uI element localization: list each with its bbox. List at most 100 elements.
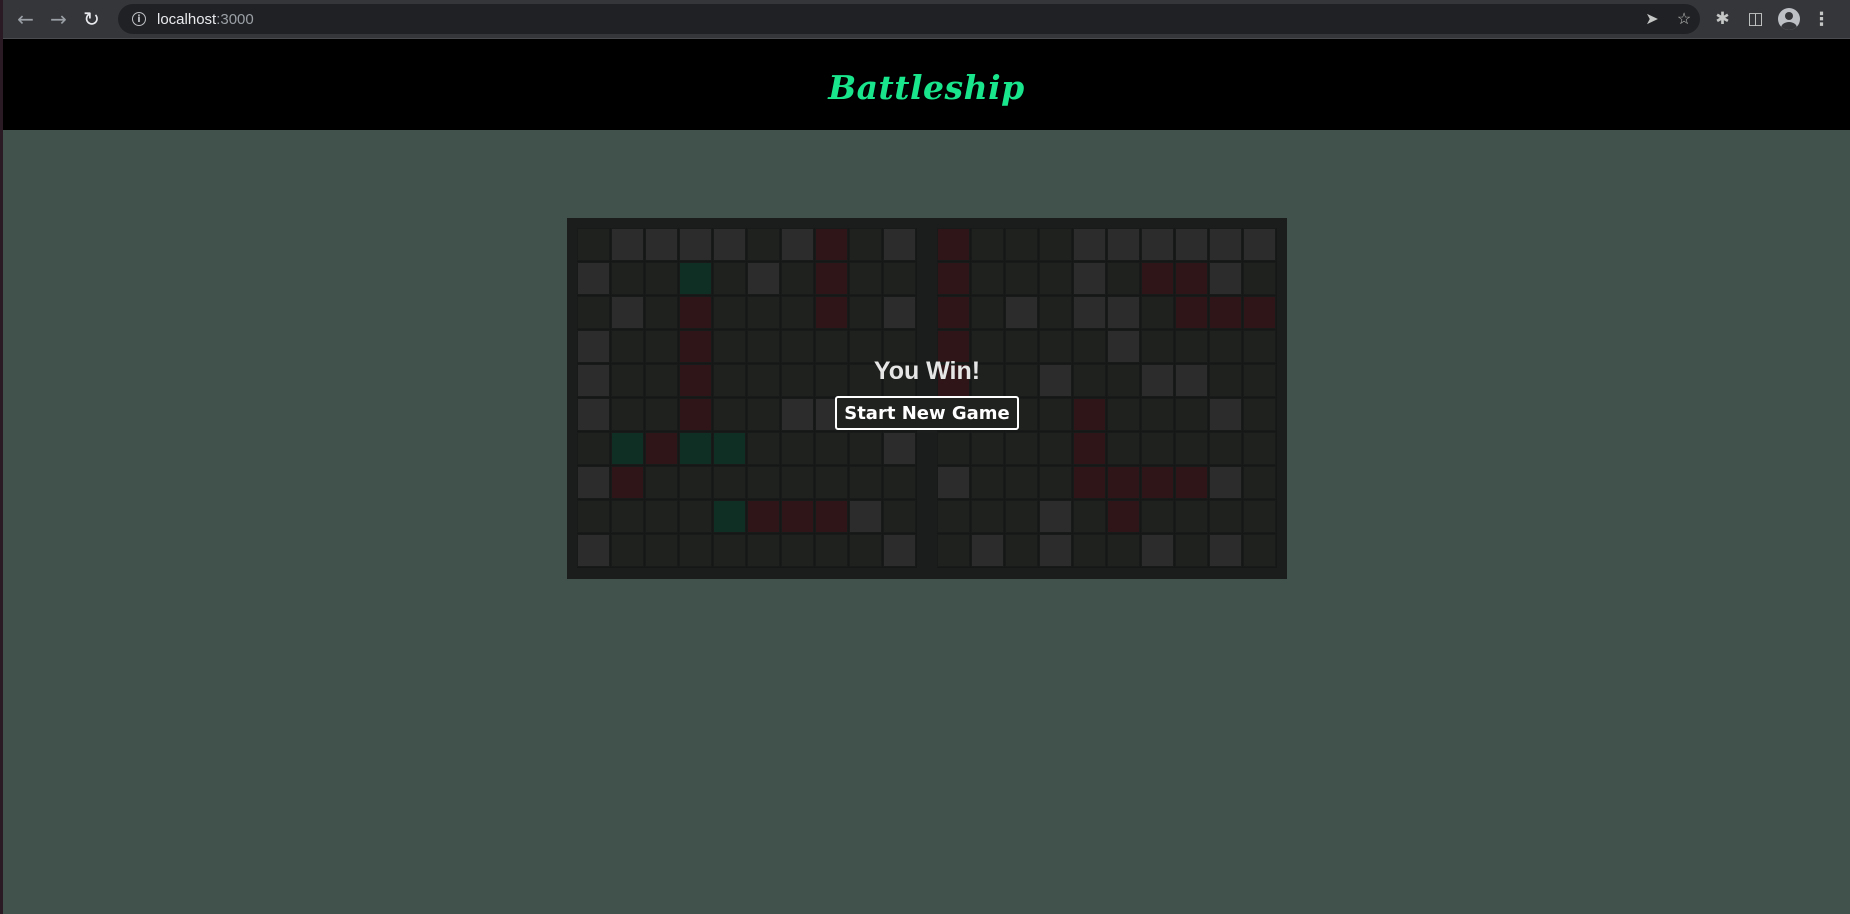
board-cell[interactable] — [1073, 228, 1106, 261]
extensions-puzzle-icon[interactable]: ✱ — [1706, 4, 1739, 34]
board-cell[interactable] — [747, 330, 780, 363]
board-cell[interactable] — [577, 262, 610, 295]
board-cell[interactable] — [815, 364, 848, 397]
kebab-menu-icon[interactable]: ⋮ — [1805, 4, 1838, 34]
board-cell[interactable] — [1073, 296, 1106, 329]
board-cell[interactable] — [1209, 364, 1242, 397]
board-cell[interactable] — [1073, 466, 1106, 499]
board-cell[interactable] — [713, 262, 746, 295]
board-cell[interactable] — [713, 500, 746, 533]
board-cell[interactable] — [849, 432, 882, 465]
board-cell[interactable] — [1005, 466, 1038, 499]
board-cell[interactable] — [611, 228, 644, 261]
board-cell[interactable] — [883, 534, 916, 567]
board-cell[interactable] — [679, 262, 712, 295]
board-cell[interactable] — [937, 432, 970, 465]
board-cell[interactable] — [1073, 364, 1106, 397]
board-cell[interactable] — [645, 228, 678, 261]
board-cell[interactable] — [781, 500, 814, 533]
board-cell[interactable] — [645, 330, 678, 363]
board-cell[interactable] — [1005, 534, 1038, 567]
board-cell[interactable] — [971, 262, 1004, 295]
board-cell[interactable] — [1039, 228, 1072, 261]
board-cell[interactable] — [713, 432, 746, 465]
board-cell[interactable] — [883, 466, 916, 499]
board-cell[interactable] — [815, 228, 848, 261]
board-cell[interactable] — [611, 432, 644, 465]
board-cell[interactable] — [1039, 330, 1072, 363]
board-cell[interactable] — [679, 398, 712, 431]
board-cell[interactable] — [645, 466, 678, 499]
board-cell[interactable] — [815, 466, 848, 499]
board-cell[interactable] — [1073, 398, 1106, 431]
board-cell[interactable] — [971, 432, 1004, 465]
bookmark-star-icon[interactable]: ☆ — [1668, 9, 1700, 29]
board-cell[interactable] — [1039, 432, 1072, 465]
board-cell[interactable] — [1141, 432, 1174, 465]
board-cell[interactable] — [1141, 398, 1174, 431]
board-cell[interactable] — [1141, 228, 1174, 261]
board-cell[interactable] — [781, 364, 814, 397]
board-cell[interactable] — [679, 330, 712, 363]
board-cell[interactable] — [1005, 262, 1038, 295]
board-cell[interactable] — [577, 330, 610, 363]
send-icon[interactable]: ➤ — [1636, 9, 1668, 29]
board-cell[interactable] — [1175, 262, 1208, 295]
board-cell[interactable] — [1243, 466, 1276, 499]
board-cell[interactable] — [713, 296, 746, 329]
board-cell[interactable] — [577, 534, 610, 567]
board-cell[interactable] — [1243, 296, 1276, 329]
board-cell[interactable] — [849, 534, 882, 567]
board-cell[interactable] — [815, 296, 848, 329]
board-cell[interactable] — [577, 432, 610, 465]
board-cell[interactable] — [971, 534, 1004, 567]
board-cell[interactable] — [849, 466, 882, 499]
board-cell[interactable] — [1209, 466, 1242, 499]
board-cell[interactable] — [1175, 398, 1208, 431]
profile-avatar[interactable] — [1772, 4, 1805, 34]
back-arrow-icon[interactable]: ← — [9, 4, 42, 34]
board-cell[interactable] — [1141, 364, 1174, 397]
board-cell[interactable] — [611, 466, 644, 499]
board-cell[interactable] — [679, 466, 712, 499]
board-cell[interactable] — [937, 364, 970, 397]
board-cell[interactable] — [577, 466, 610, 499]
board-cell[interactable] — [1209, 228, 1242, 261]
board-cell[interactable] — [1107, 296, 1140, 329]
board-cell[interactable] — [1005, 228, 1038, 261]
board-cell[interactable] — [679, 296, 712, 329]
board-cell[interactable] — [611, 296, 644, 329]
board-cell[interactable] — [747, 228, 780, 261]
board-cell[interactable] — [1039, 534, 1072, 567]
board-cell[interactable] — [1005, 432, 1038, 465]
board-cell[interactable] — [577, 228, 610, 261]
board-cell[interactable] — [1141, 466, 1174, 499]
board-cell[interactable] — [971, 228, 1004, 261]
board-cell[interactable] — [611, 330, 644, 363]
board-cell[interactable] — [849, 296, 882, 329]
board-cell[interactable] — [1209, 432, 1242, 465]
address-bar[interactable]: i localhost:3000 ➤ ☆ — [118, 4, 1700, 34]
board-cell[interactable] — [815, 500, 848, 533]
board-cell[interactable] — [1005, 364, 1038, 397]
board-cell[interactable] — [815, 330, 848, 363]
board-cell[interactable] — [577, 500, 610, 533]
board-cell[interactable] — [937, 466, 970, 499]
board-cell[interactable] — [679, 534, 712, 567]
board-cell[interactable] — [849, 262, 882, 295]
board-cell[interactable] — [1141, 330, 1174, 363]
board-cell[interactable] — [883, 364, 916, 397]
board-cell[interactable] — [1243, 262, 1276, 295]
board-cell[interactable] — [645, 398, 678, 431]
board-cell[interactable] — [679, 500, 712, 533]
board-cell[interactable] — [1175, 296, 1208, 329]
board-cell[interactable] — [1141, 534, 1174, 567]
board-cell[interactable] — [1107, 466, 1140, 499]
board-cell[interactable] — [1073, 432, 1106, 465]
board-cell[interactable] — [781, 398, 814, 431]
board-cell[interactable] — [1175, 500, 1208, 533]
site-info-icon[interactable]: i — [132, 12, 146, 26]
board-cell[interactable] — [645, 296, 678, 329]
board-cell[interactable] — [781, 432, 814, 465]
board-cell[interactable] — [1243, 330, 1276, 363]
